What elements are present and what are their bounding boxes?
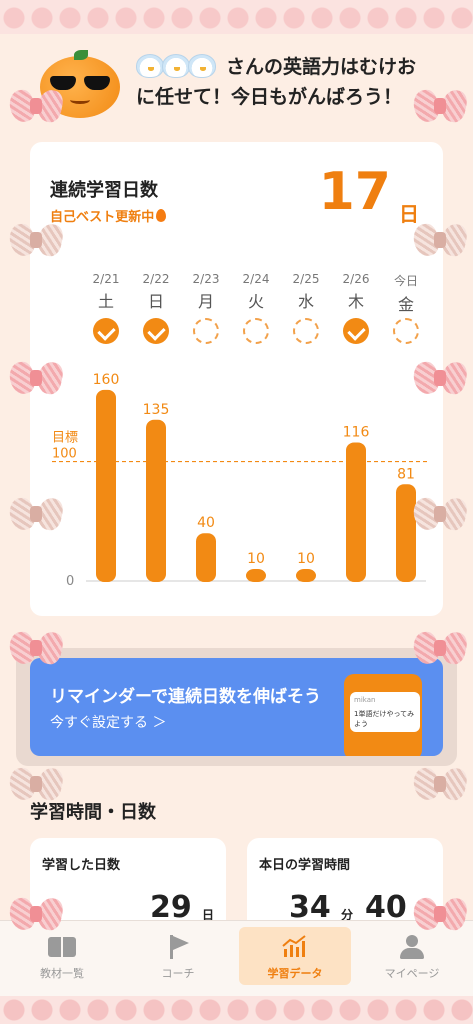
bow-decoration <box>414 356 466 400</box>
check-done-icon <box>343 318 369 344</box>
notification-preview: mikan 1単語だけやってみよう <box>350 692 420 732</box>
chart-bar <box>246 569 266 582</box>
lace-border-bottom <box>0 996 473 1024</box>
bow-decoration <box>10 218 62 262</box>
tab-label: 学習データ <box>267 967 323 980</box>
day-date: 今日 <box>393 274 418 288</box>
bow-decoration <box>10 492 62 536</box>
chart-bar <box>296 569 316 582</box>
day-date: 2/21 <box>92 272 120 286</box>
day-header: 2/22 日 <box>136 272 176 312</box>
bow-decoration <box>414 492 466 536</box>
day-weekday: 木 <box>347 292 364 311</box>
day-header: 今日金 <box>386 272 426 315</box>
user-icon <box>398 935 426 959</box>
day-weekday: 月 <box>197 292 214 311</box>
check-empty-icon <box>243 318 269 344</box>
bar-value-label: 10 <box>247 551 265 567</box>
day-date: 2/26 <box>342 272 370 286</box>
bow-decoration <box>414 892 466 936</box>
study-time-label: 本日の学習時間 <box>259 858 351 873</box>
bow-decoration <box>414 218 466 262</box>
day-weekday: 火 <box>247 292 264 311</box>
day-header: 2/25 水 <box>286 272 326 312</box>
tab-label: マイページ <box>384 967 440 980</box>
greeting-text: さんの英語力はむけお に任せて！今日もがんばろう！ <box>136 52 436 112</box>
tab-study-data[interactable]: 学習データ <box>239 927 351 985</box>
bow-decoration <box>10 762 62 806</box>
chart-bar <box>396 484 416 582</box>
bow-decoration <box>414 626 466 670</box>
streak-card: 連続学習日数 自己ベスト更新中 17 日 2/21 土 2/22 日 2/23 月 2/24… <box>30 142 443 616</box>
bar-value-label: 81 <box>397 466 415 482</box>
tab-label: コーチ <box>161 967 195 980</box>
check-done-icon <box>143 318 169 344</box>
study-days-label: 学習した日数 <box>42 858 121 873</box>
day-header: 2/21 土 <box>86 272 126 312</box>
bar-value-label: 10 <box>297 551 315 567</box>
streak-title: 連続学習日数 <box>50 180 158 201</box>
phone-illustration: mikan 1単語だけやってみよう <box>344 674 422 756</box>
reminder-setup-link[interactable]: 今すぐ設定する ＞ <box>50 712 166 732</box>
tab-bar: 教材一覧 コーチ 学習データ マイページ <box>0 920 473 996</box>
bow-decoration <box>10 626 62 670</box>
greeting-line-1: さんの英語力はむけお <box>226 56 417 78</box>
check-empty-icon <box>193 318 219 344</box>
day-date: 2/24 <box>242 272 270 286</box>
goal-value-label: 100 <box>52 447 77 462</box>
day-header: 2/26 木 <box>336 272 376 312</box>
bow-decoration <box>10 356 62 400</box>
lace-border-top <box>0 0 473 34</box>
reminder-title: リマインダーで連続日数を伸ばそう <box>50 687 321 707</box>
study-chart: 目標 100 0 160 135 40 10 10 116 81 <box>30 352 443 592</box>
day-weekday: 土 <box>97 292 114 311</box>
tab-coach[interactable]: コーチ <box>122 927 234 985</box>
day-header: 2/23 月 <box>186 272 226 312</box>
flag-icon <box>164 935 192 959</box>
day-date: 2/25 <box>292 272 320 286</box>
chart-bar <box>96 389 116 582</box>
bar-value-label: 116 <box>343 424 370 440</box>
tab-label: 教材一覧 <box>40 967 84 980</box>
greeting-header: さんの英語力はむけお に任せて！今日もがんばろう！ <box>36 48 437 128</box>
bar-value-label: 160 <box>93 372 120 388</box>
notification-app: mikan <box>354 696 376 704</box>
bow-decoration <box>10 84 62 128</box>
bow-decoration <box>414 762 466 806</box>
chart-bar <box>146 419 166 582</box>
streak-subtitle: 自己ベスト更新中 <box>50 206 167 225</box>
day-date: 2/22 <box>142 272 170 286</box>
check-done-icon <box>93 318 119 344</box>
reminder-banner[interactable]: リマインダーで連続日数を伸ばそう 今すぐ設定する ＞ mikan 1単語だけやっ… <box>30 658 443 756</box>
check-empty-icon <box>293 318 319 344</box>
bar-chart: 目標100 0 160 135 40 10 10 116 81 <box>52 372 428 589</box>
y-tick-label: 0 <box>66 574 74 589</box>
day-header: 2/24 火 <box>236 272 276 312</box>
flame-icon <box>156 209 167 222</box>
chart-bar <box>196 533 216 582</box>
bar-value-label: 40 <box>197 515 215 531</box>
notification-text: 1単語だけやってみよう <box>354 710 415 728</box>
chart-icon <box>281 935 309 959</box>
day-weekday: 金 <box>397 295 414 314</box>
bar-value-label: 135 <box>143 402 170 418</box>
check-empty-icon <box>393 318 419 344</box>
greeting-line-2: に任せて！今日もがんばろう！ <box>136 86 403 108</box>
bow-decoration <box>414 84 466 128</box>
streak-count: 17 <box>318 162 391 222</box>
day-date: 2/23 <box>192 272 220 286</box>
bow-decoration <box>10 892 62 936</box>
day-weekday: 水 <box>297 292 314 311</box>
chart-bar <box>346 442 366 582</box>
goal-label: 目標 <box>52 431 78 446</box>
book-icon <box>48 935 76 959</box>
day-weekday: 日 <box>147 292 164 311</box>
